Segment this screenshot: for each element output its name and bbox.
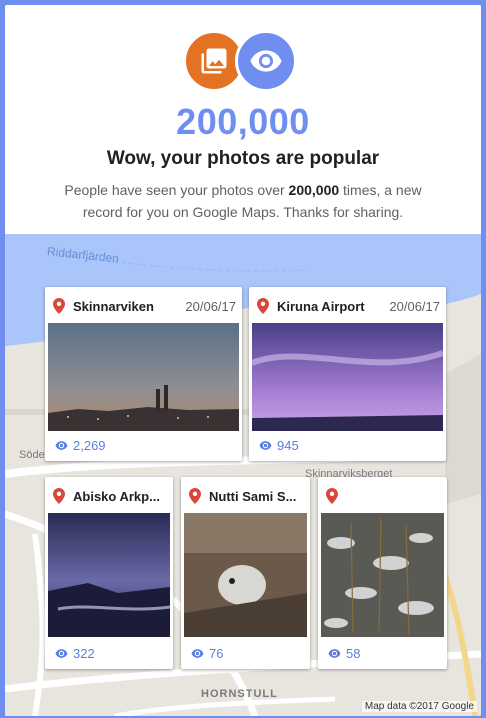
location-pin-icon [326, 488, 338, 504]
views-count: 200,000 [176, 101, 310, 142]
icon-group [183, 30, 303, 92]
eye-icon [55, 441, 68, 450]
photo-location: Skinnarviken [73, 298, 154, 314]
card-header: 200,000 Wow, your photos are popular Peo… [5, 5, 481, 234]
views-count: 322 [55, 646, 95, 661]
map-attribution: Map data ©2017 Google [361, 701, 477, 712]
photo-card[interactable]: Nutti Sami S... 76 [181, 477, 310, 669]
photo-date: 20/06/17 [185, 298, 236, 314]
eye-icon [191, 649, 204, 658]
photo-location: Nutti Sami S... [209, 488, 297, 504]
headline: Wow, your photos are popular [106, 148, 380, 169]
views-count: 2,269 [55, 438, 106, 453]
notification-card: 200,000 Wow, your photos are popular Peo… [5, 5, 481, 716]
location-pin-icon [53, 298, 65, 314]
location-pin-icon [53, 488, 65, 504]
eye-icon [235, 30, 297, 92]
photo-date: 20/06/17 [389, 298, 440, 314]
views-count: 76 [191, 646, 223, 661]
description: People have seen your photos over 200,00… [64, 182, 422, 220]
eye-icon [328, 649, 341, 658]
photo-thumbnail[interactable] [321, 513, 444, 637]
photo-location: Kiruna Airport [277, 298, 365, 314]
location-pin-icon [189, 488, 201, 504]
eye-icon [259, 441, 272, 450]
photo-card[interactable]: Kiruna Airport 20/06/17 945 [249, 287, 446, 461]
photo-card[interactable]: Abisko Arkp... 322 [45, 477, 173, 669]
photo-card[interactable]: 58 [318, 477, 447, 669]
photo-thumbnail[interactable] [184, 513, 307, 637]
photo-thumbnail[interactable] [48, 513, 170, 637]
photo-thumbnail[interactable] [48, 323, 239, 431]
map-label-district: HORNSTULL [201, 688, 278, 700]
photo-card[interactable]: Skinnarviken 20/06/17 2,269 [45, 287, 242, 461]
views-count: 945 [259, 438, 299, 453]
photo-thumbnail[interactable] [252, 323, 443, 431]
views-count: 58 [328, 646, 360, 661]
eye-icon [55, 649, 68, 658]
location-pin-icon [257, 298, 269, 314]
photo-location: Abisko Arkp... [73, 488, 160, 504]
